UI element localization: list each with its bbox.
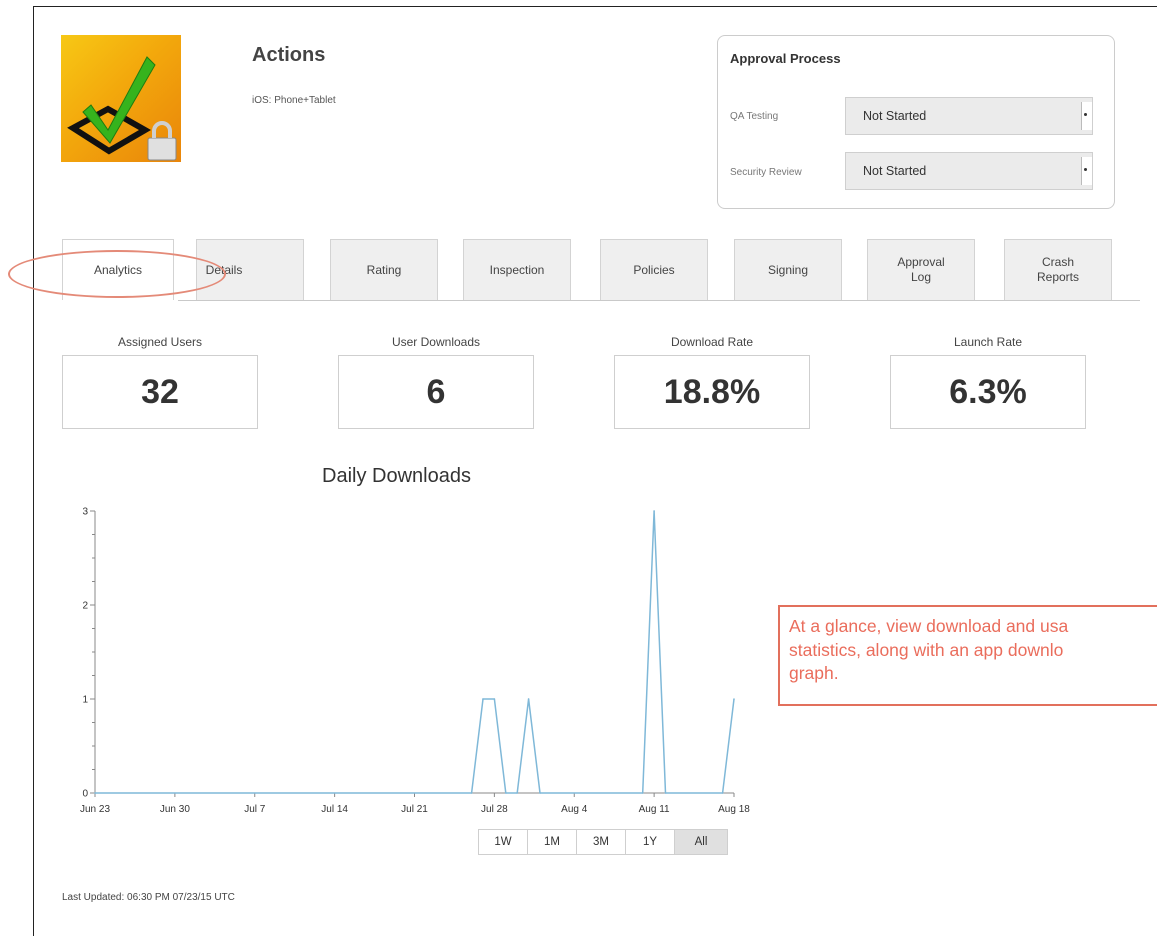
x-tick-label: Jun 23 [80,804,110,815]
range-button-1y[interactable]: 1Y [625,829,675,855]
x-tick-label: Aug 11 [639,804,670,815]
x-tick-label: Jun 30 [160,804,190,815]
data-point [470,792,473,794]
data-point [527,698,530,700]
data-point [539,792,541,794]
data-point [482,698,484,700]
annotation-callout: At a glance, view download and usa stati… [778,605,1157,706]
y-tick-label: 3 [82,507,88,518]
data-point [653,510,655,512]
data-point [493,698,496,700]
range-button-3m[interactable]: 3M [576,829,626,855]
last-updated: Last Updated: 06:30 PM 07/23/15 UTC [62,892,235,903]
callout-line-2: statistics, along with an app downlo [789,639,1064,660]
x-tick-label: Aug 18 [718,804,750,815]
range-button-1m[interactable]: 1M [527,829,577,855]
data-point [516,792,518,794]
data-point [664,792,667,794]
y-tick-label: 0 [82,789,88,800]
data-point [504,792,507,794]
x-tick-label: Aug 4 [561,804,588,815]
range-selector: 1W 1M 3M 1Y All [478,829,728,855]
data-point [94,792,96,794]
range-button-all[interactable]: All [674,829,728,855]
range-button-1w[interactable]: 1W [478,829,528,855]
daily-downloads-chart: 0 1 2 3 Jun 23 Jun 30 Jul 7 Jul 14 Jul 21 Jul 28 A… [80,507,750,816]
x-tick-label: Jul 7 [244,804,266,815]
data-point [641,792,644,794]
x-tick-label: Jul 14 [321,804,348,815]
series-line [95,510,735,794]
x-tick-label: Jul 28 [481,804,508,815]
y-tick-label: 2 [82,601,88,612]
callout-line-1: At a glance, view download and usa [789,616,1069,636]
y-tick-label: 1 [82,695,88,706]
data-point [733,698,735,700]
data-point [721,792,724,794]
callout-line-3: graph. [789,663,839,683]
x-tick-label: Jul 21 [401,804,428,815]
